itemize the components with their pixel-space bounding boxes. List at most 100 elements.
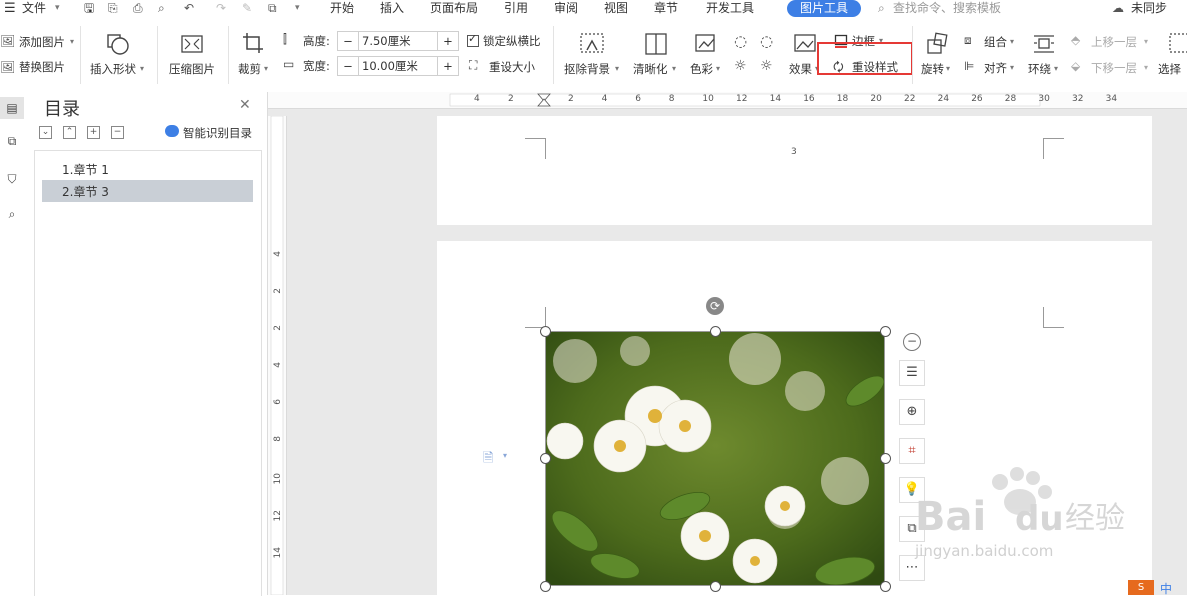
height-decrease-button[interactable]: −	[338, 32, 359, 50]
toc-panel-icon[interactable]: ▤	[0, 97, 24, 119]
add-picture-button[interactable]: 添加图片	[19, 35, 65, 49]
smart-toc-icon[interactable]	[165, 125, 179, 137]
print-icon[interactable]: ⎙	[133, 0, 143, 17]
tab-insert[interactable]: 插入	[380, 0, 404, 17]
resize-handle[interactable]	[710, 326, 721, 337]
chevron-down-icon[interactable]: ▾	[55, 0, 60, 17]
paragraph-options-icon[interactable]: 🗎	[483, 449, 493, 471]
resize-handle[interactable]	[540, 581, 551, 592]
remove-background-button[interactable]: 抠除背景	[564, 62, 610, 76]
chevron-down-icon[interactable]: ▾	[140, 62, 144, 76]
crop-button[interactable]: 裁剪	[238, 62, 261, 76]
sync-status[interactable]: 未同步	[1131, 0, 1167, 17]
doc-tools-icon[interactable]: ⧉	[268, 0, 277, 17]
resize-handle[interactable]	[880, 326, 891, 337]
chevron-down-icon[interactable]: ▾	[946, 62, 950, 76]
crop-icon[interactable]: ⌗	[899, 438, 925, 464]
hamburger-icon[interactable]: ☰	[4, 0, 16, 17]
resize-handle[interactable]	[710, 581, 721, 592]
chevron-down-icon[interactable]: ▾	[264, 62, 268, 76]
tab-review[interactable]: 审阅	[554, 0, 578, 17]
effects-button[interactable]: 效果	[789, 62, 812, 76]
document-page[interactable]: 3	[437, 116, 1152, 225]
contrast-decrease-icon[interactable]: ◌	[760, 32, 773, 50]
toc-item[interactable]: 1.章节 1	[42, 158, 253, 180]
search-icon[interactable]: ⌕	[878, 0, 885, 17]
width-input[interactable]: 10.00厘米	[362, 57, 418, 75]
tab-start[interactable]: 开始	[330, 0, 354, 17]
menu-file[interactable]: 文件	[22, 0, 46, 17]
cloud-icon[interactable]: ☁	[1112, 0, 1124, 17]
resize-handle[interactable]	[540, 453, 551, 464]
add-item-icon[interactable]: +	[87, 126, 100, 139]
tab-picture-tools[interactable]: 图片工具	[787, 0, 862, 17]
bring-forward-button[interactable]: 上移一层	[1091, 35, 1137, 49]
chevron-down-icon[interactable]: ▾	[1010, 61, 1014, 75]
smart-toc-button[interactable]: 智能识别目录	[183, 125, 252, 141]
rotate-handle-icon[interactable]: ⟳	[706, 297, 724, 315]
toc-item-selected[interactable]: 2.章节 3	[42, 180, 253, 202]
send-backward-button[interactable]: 下移一层	[1091, 61, 1137, 75]
layout-options-icon[interactable]: ☰	[899, 360, 925, 386]
sharpen-button[interactable]: 清晰化	[633, 62, 668, 76]
chevron-down-icon[interactable]: ▾	[70, 35, 74, 49]
color-button[interactable]: 色彩	[690, 62, 713, 76]
brightness-decrease-icon[interactable]: ☼	[760, 58, 773, 74]
bookmark-icon[interactable]: ⛉	[0, 172, 24, 187]
zoom-in-icon[interactable]: ⊕	[899, 399, 925, 425]
align-button[interactable]: 对齐	[984, 61, 1007, 75]
save-icon[interactable]: 🖫	[84, 0, 94, 17]
tab-chapter[interactable]: 章节	[654, 0, 678, 17]
chevron-down-icon[interactable]: ▾	[672, 62, 676, 76]
reset-style-button[interactable]: 重设样式	[852, 60, 898, 74]
print-preview-icon[interactable]: ⌕	[158, 0, 165, 17]
replace-picture-button[interactable]: 替换图片	[19, 60, 65, 74]
expand-all-icon[interactable]: ⌃	[63, 126, 76, 139]
select-button[interactable]: 选择	[1158, 62, 1181, 76]
wrap-button[interactable]: 环绕	[1028, 62, 1051, 76]
height-stepper[interactable]: − 7.50厘米 +	[337, 31, 459, 51]
contrast-increase-icon[interactable]: ◌	[734, 32, 747, 50]
resize-handle[interactable]	[540, 326, 551, 337]
collapse-toolbar-icon[interactable]: −	[903, 333, 921, 351]
chevron-down-icon[interactable]: ▾	[1144, 61, 1148, 75]
chevron-down-icon[interactable]: ▾	[1010, 35, 1014, 49]
width-decrease-button[interactable]: −	[338, 57, 359, 75]
chapter-nav-icon[interactable]: ⧉	[0, 134, 24, 149]
height-input[interactable]: 7.50厘米	[362, 32, 411, 50]
remove-item-icon[interactable]: −	[111, 126, 124, 139]
reset-size-button[interactable]: 重设大小	[489, 60, 535, 74]
input-method-icon[interactable]: S	[1128, 580, 1154, 595]
chevron-down-icon[interactable]: ▾	[1144, 35, 1148, 49]
compress-picture-button[interactable]: 压缩图片	[169, 62, 215, 76]
height-increase-button[interactable]: +	[437, 32, 458, 50]
lock-ratio-label[interactable]: 锁定纵横比	[483, 34, 541, 48]
width-stepper[interactable]: − 10.00厘米 +	[337, 56, 459, 76]
tab-developer[interactable]: 开发工具	[706, 0, 754, 17]
group-button[interactable]: 组合	[984, 35, 1007, 49]
chevron-down-icon[interactable]: ▾	[503, 451, 507, 460]
format-painter-icon[interactable]: ✎	[242, 0, 252, 17]
chevron-down-icon[interactable]: ▾	[716, 62, 720, 76]
tab-references[interactable]: 引用	[504, 0, 528, 17]
search-input[interactable]: 查找命令、搜索模板	[893, 0, 1001, 17]
close-icon[interactable]: ✕	[239, 97, 251, 113]
search-icon[interactable]: ⌕	[0, 207, 24, 222]
lock-ratio-checkbox[interactable]	[467, 32, 479, 47]
brightness-increase-icon[interactable]: ☼	[734, 58, 747, 74]
export-icon[interactable]: ⎘	[108, 0, 118, 17]
width-increase-button[interactable]: +	[437, 57, 458, 75]
resize-handle[interactable]	[880, 581, 891, 592]
redo-icon[interactable]: ↷	[216, 0, 226, 17]
insert-shape-button[interactable]: 插入形状	[90, 62, 136, 76]
undo-icon[interactable]: ↶	[184, 0, 194, 17]
tab-page-layout[interactable]: 页面布局	[430, 0, 478, 17]
tab-view[interactable]: 视图	[604, 0, 628, 17]
rotate-button[interactable]: 旋转	[921, 62, 944, 76]
collapse-all-icon[interactable]: ⌄	[39, 126, 52, 139]
vertical-ruler[interactable]: 4 2 2 4 6 8 10 12 14	[268, 116, 287, 595]
more-icon[interactable]: ▾	[295, 0, 300, 17]
resize-handle[interactable]	[880, 453, 891, 464]
chevron-down-icon[interactable]: ▾	[615, 62, 619, 76]
horizontal-ruler[interactable]: 4 2 2 4 6 8 10 12 14 16 18 20 22 24 26 28 30 32 34	[268, 92, 1187, 109]
